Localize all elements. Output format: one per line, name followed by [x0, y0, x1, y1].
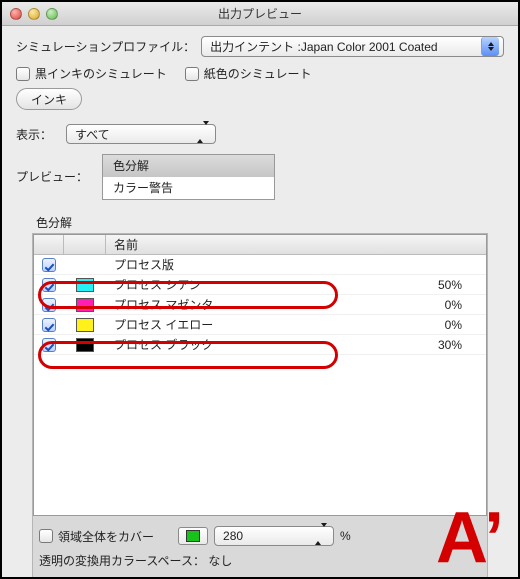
separations-title: 色分解: [36, 214, 504, 231]
coverage-label: 領域全体をカバー: [58, 528, 154, 545]
row-pct: 0%: [426, 298, 486, 312]
checkbox-on-icon[interactable]: [42, 278, 56, 292]
table-row[interactable]: プロセス ブラック 30%: [34, 335, 486, 355]
table-row[interactable]: プロセス マゼンタ 0%: [34, 295, 486, 315]
checkbox-icon: [16, 67, 30, 81]
table-row[interactable]: プロセス版: [34, 255, 486, 275]
coverage-unit: %: [340, 529, 351, 543]
checkbox-on-icon[interactable]: [42, 258, 56, 272]
show-select[interactable]: すべて: [66, 124, 216, 144]
swatch-icon: [76, 278, 94, 292]
output-preview-window: 出力プレビュー シミュレーションプロファイル： 出力インテント :Japan C…: [0, 0, 520, 579]
separations-grid: 名前 プロセス版 プロセス シアン 50%: [33, 234, 487, 516]
minimize-icon[interactable]: [28, 8, 40, 20]
swatch-icon: [76, 318, 94, 332]
row-pct: 30%: [426, 338, 486, 352]
ink-button[interactable]: インキ: [16, 88, 82, 110]
show-row: 表示： すべて: [16, 124, 504, 144]
transparency-row: 透明の変換用カラースペース： なし: [33, 552, 487, 579]
row-name: プロセス シアン: [106, 276, 426, 293]
sim-profile-label: シミュレーションプロファイル：: [16, 38, 195, 55]
transparency-label: 透明の変換用カラースペース：: [39, 554, 205, 568]
traffic-lights: [10, 8, 58, 20]
separations-panel: 名前 プロセス版 プロセス シアン 50%: [32, 233, 488, 579]
paper-color-label: 紙色のシミュレート: [204, 65, 312, 82]
chevron-updown-icon: [481, 37, 499, 56]
show-label: 表示：: [16, 126, 60, 143]
sim-profile-value: 出力インテント :Japan Color 2001 Coated: [210, 38, 437, 55]
transparency-value: なし: [208, 554, 232, 568]
checkbox-icon: [39, 529, 53, 543]
sim-profile-select[interactable]: 出力インテント :Japan Color 2001 Coated: [201, 36, 504, 57]
row-pct: 0%: [426, 318, 486, 332]
checkbox-icon: [185, 67, 199, 81]
simulate-checks-row: 黒インキのシミュレート 紙色のシミュレート: [16, 65, 504, 82]
black-ink-check[interactable]: 黒インキのシミュレート: [16, 65, 167, 82]
table-row[interactable]: プロセス イエロー 0%: [34, 315, 486, 335]
paper-color-check[interactable]: 紙色のシミュレート: [185, 65, 312, 82]
preview-option-separations[interactable]: 色分解: [103, 155, 274, 177]
row-pct: 50%: [426, 278, 486, 292]
row-name: プロセス ブラック: [106, 336, 426, 353]
zoom-icon[interactable]: [46, 8, 58, 20]
preview-row: プレビュー： 色分解 カラー警告: [16, 154, 504, 200]
checkbox-on-icon[interactable]: [42, 318, 56, 332]
preview-option-color-warning[interactable]: カラー警告: [103, 177, 274, 199]
chevron-updown-icon: [197, 125, 213, 143]
coverage-color-button[interactable]: [178, 527, 208, 545]
close-icon[interactable]: [10, 8, 22, 20]
row-name: プロセス イエロー: [106, 316, 426, 333]
preview-label: プレビュー：: [16, 168, 88, 185]
coverage-row: 領域全体をカバー 280 %: [33, 516, 487, 552]
swatch-icon: [186, 530, 200, 542]
row-name: プロセス版: [106, 256, 426, 273]
swatch-icon: [76, 338, 94, 352]
swatch-icon: [76, 298, 94, 312]
grid-header: 名前: [34, 235, 486, 255]
content: シミュレーションプロファイル： 出力インテント :Japan Color 200…: [2, 26, 518, 579]
ink-button-row: インキ: [16, 88, 504, 110]
preview-listbox[interactable]: 色分解 カラー警告: [102, 154, 275, 200]
grid-body: プロセス版 プロセス シアン 50% プロセス マゼンタ 0%: [34, 255, 486, 515]
annotation-big-a: A’: [436, 506, 504, 571]
window-title: 出力プレビュー: [2, 5, 518, 22]
ink-button-label: インキ: [31, 91, 67, 108]
simulation-profile-row: シミュレーションプロファイル： 出力インテント :Japan Color 200…: [16, 36, 504, 57]
coverage-value-select[interactable]: 280: [214, 526, 334, 546]
black-ink-label: 黒インキのシミュレート: [35, 65, 167, 82]
checkbox-on-icon[interactable]: [42, 298, 56, 312]
name-header: 名前: [106, 235, 486, 254]
coverage-check[interactable]: 領域全体をカバー: [39, 528, 154, 545]
show-value: すべて: [75, 126, 110, 143]
row-name: プロセス マゼンタ: [106, 296, 426, 313]
checkbox-on-icon[interactable]: [42, 338, 56, 352]
chevron-updown-icon: [315, 527, 331, 545]
titlebar: 出力プレビュー: [2, 2, 518, 26]
coverage-value: 280: [223, 529, 243, 543]
table-row[interactable]: プロセス シアン 50%: [34, 275, 486, 295]
